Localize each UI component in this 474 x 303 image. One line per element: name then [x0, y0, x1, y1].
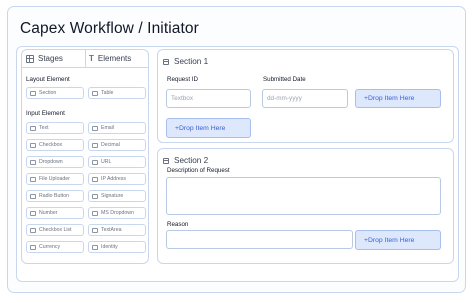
grid-icon [26, 54, 34, 63]
element-section[interactable]: Section [26, 87, 84, 99]
currency-icon [30, 244, 36, 250]
element-checkbox-list[interactable]: Checkbox List [26, 224, 84, 236]
input-element-title: Input Element [26, 110, 65, 117]
drop-zone[interactable]: +Drop Item Here [355, 230, 441, 250]
section-icon [163, 157, 169, 164]
submitted-date-field[interactable]: dd-mm-yyyy [262, 89, 348, 108]
textarea-icon [92, 227, 98, 233]
section-2-title: Section 2 [174, 156, 209, 165]
element-table[interactable]: Table [88, 87, 146, 99]
table-icon [92, 90, 98, 96]
section-1[interactable]: Section 1 Request ID Textbox Submitted D… [157, 49, 454, 143]
section-icon [30, 90, 36, 96]
number-icon [30, 210, 36, 216]
element-decimal[interactable]: Decimal [88, 139, 146, 151]
section-1-header: Section 1 [163, 57, 208, 66]
element-email[interactable]: Email [88, 122, 146, 134]
layout-element-title: Layout Element [26, 76, 70, 83]
element-number[interactable]: Number [26, 207, 84, 219]
request-id-label: Request ID [167, 76, 198, 83]
section-2[interactable]: Section 2 Description of Request Reason … [157, 148, 454, 264]
text-icon: T [89, 53, 94, 63]
signature-icon [92, 193, 98, 199]
dropdown-icon [30, 159, 36, 165]
radio-icon [30, 193, 36, 199]
tab-stages[interactable]: Stages [26, 54, 63, 63]
element-radio-button[interactable]: Radio Button [26, 190, 84, 202]
submitted-date-label: Submitted Date [263, 76, 306, 83]
drop-zone[interactable]: +Drop Item Here [166, 118, 251, 138]
element-file-uploader[interactable]: File Uploader [26, 173, 84, 185]
element-text[interactable]: Text [26, 122, 84, 134]
elements-panel: Stages T Elements Layout Element Section… [21, 49, 149, 264]
checklist-icon [30, 227, 36, 233]
element-currency[interactable]: Currency [26, 241, 84, 253]
identity-icon [92, 244, 98, 250]
text-field-icon [30, 125, 36, 131]
decimal-icon [92, 142, 98, 148]
drop-zone[interactable]: +Drop Item Here [355, 89, 441, 108]
element-signature[interactable]: Signature [88, 190, 146, 202]
element-ip-address[interactable]: IP Address [88, 173, 146, 185]
tab-stages-label: Stages [38, 54, 63, 63]
element-checkbox[interactable]: Checkbox [26, 139, 84, 151]
description-textarea[interactable] [166, 177, 441, 215]
email-icon [92, 125, 98, 131]
ip-address-icon [92, 176, 98, 182]
multi-select-icon [92, 210, 98, 216]
tab-elements-label: Elements [97, 54, 132, 63]
element-dropdown[interactable]: Dropdown [26, 156, 84, 168]
section-2-header: Section 2 [163, 156, 208, 165]
request-id-field[interactable]: Textbox [166, 89, 251, 108]
tab-elements[interactable]: T Elements [89, 54, 131, 63]
element-identity[interactable]: Identity [88, 241, 146, 253]
tab-divider [85, 50, 86, 68]
checkbox-icon [30, 142, 36, 148]
reason-field[interactable] [166, 230, 353, 249]
link-icon [92, 159, 98, 165]
section-1-title: Section 1 [174, 57, 209, 66]
reason-label: Reason [167, 221, 189, 228]
element-textarea[interactable]: TextArea [88, 224, 146, 236]
section-icon [163, 58, 169, 65]
panel-tabs: Stages T Elements [22, 50, 148, 68]
upload-icon [30, 176, 36, 182]
element-ms-dropdown[interactable]: MS Dropdown [88, 207, 146, 219]
page-title: Capex Workflow / Initiator [20, 20, 199, 37]
element-url[interactable]: URL [88, 156, 146, 168]
description-label: Description of Request [167, 167, 230, 174]
